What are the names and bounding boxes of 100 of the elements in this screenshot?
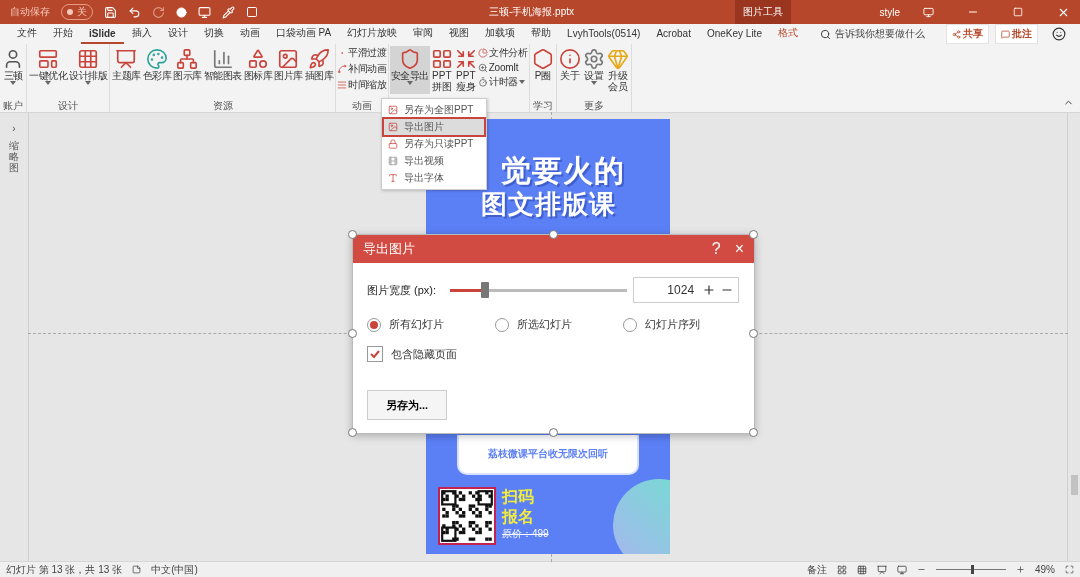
ribbon-button[interactable]: 平滑过渡: [337, 46, 387, 60]
ribbon-tab[interactable]: 开始: [45, 23, 81, 45]
selection-handle[interactable]: [348, 428, 357, 437]
radio-option[interactable]: 幻灯片序列: [623, 317, 733, 332]
ribbon-button[interactable]: 图标库: [242, 46, 273, 94]
ribbon-tab[interactable]: 加载项: [477, 23, 524, 45]
ribbon-tab[interactable]: Acrobat: [648, 24, 699, 44]
comments-button[interactable]: 批注: [995, 24, 1038, 44]
selection-handle[interactable]: [549, 428, 558, 437]
normal-view-icon[interactable]: [837, 564, 847, 575]
hidden-slides-checkbox[interactable]: 包含隐藏页面: [367, 346, 457, 362]
scroll-thumb[interactable]: [1070, 475, 1078, 495]
user-name: style: [879, 6, 900, 18]
selection-handle[interactable]: [749, 230, 758, 239]
ribbon-tab[interactable]: LvyhTools(0514): [559, 24, 649, 44]
notes-button[interactable]: 备注: [807, 562, 827, 577]
checkbox[interactable]: [367, 346, 383, 362]
circle-icon[interactable]: [176, 6, 187, 18]
menu-item[interactable]: 导出字体: [384, 170, 484, 186]
ribbon-button[interactable]: 插图库: [303, 46, 334, 94]
ribbon-tab[interactable]: 文件: [9, 23, 45, 45]
ribbon-button[interactable]: 关于: [557, 46, 582, 94]
menu-item[interactable]: 另存为全图PPT: [384, 102, 484, 118]
restore-icon[interactable]: [1013, 7, 1023, 17]
ribbon-button[interactable]: 三顿: [1, 46, 25, 94]
ribbon-tab[interactable]: 设计: [159, 23, 196, 45]
ribbon-tab[interactable]: 帮助: [523, 23, 560, 45]
ribbon-button[interactable]: 设置: [581, 46, 606, 94]
selection-handle[interactable]: [749, 428, 758, 437]
ribbon-button[interactable]: 图片库: [273, 46, 304, 94]
comment-icon: [1001, 29, 1010, 39]
width-input[interactable]: 1024: [633, 277, 740, 303]
ribbon-button[interactable]: 升级会员: [605, 46, 630, 94]
ribbon-button[interactable]: PPT拼图: [429, 46, 454, 94]
ribbon-button[interactable]: P圈: [530, 46, 555, 94]
language-label: 中文(中国): [151, 562, 198, 577]
menu-item[interactable]: 另存为只读PPT: [384, 136, 484, 152]
radio-option[interactable]: 所选幻灯片: [495, 317, 623, 332]
undo-icon[interactable]: [128, 5, 141, 19]
ribbon-tab[interactable]: 格式: [769, 23, 806, 45]
ribbon-button[interactable]: 智能图表: [202, 46, 243, 94]
ribbon-button[interactable]: PPT瘦身: [453, 46, 478, 94]
document-title: 三顿-手机海报.pptx: [489, 5, 574, 19]
menu-item[interactable]: 导出图片: [384, 119, 484, 135]
monitor-icon[interactable]: [198, 5, 211, 19]
font-icon: [388, 173, 398, 183]
ribbon-button[interactable]: 文件分析: [477, 46, 528, 60]
slider-thumb[interactable]: [481, 282, 490, 298]
shapes-icon: [246, 48, 269, 70]
redo-icon[interactable]: [152, 5, 165, 19]
ribbon-button[interactable]: 补间动画: [337, 62, 387, 76]
square-icon[interactable]: [246, 6, 258, 18]
ribbon-tab[interactable]: 审阅: [405, 23, 442, 45]
film-icon: [388, 156, 398, 166]
selection-handle[interactable]: [348, 329, 357, 338]
ribbon-tab[interactable]: 插入: [123, 23, 160, 45]
help-button[interactable]: ?: [711, 240, 721, 258]
ribbon-button[interactable]: 一键优化: [28, 46, 68, 94]
reading-view-icon[interactable]: [877, 564, 887, 575]
ribbon-button[interactable]: 计时器: [477, 75, 528, 89]
ribbon-tab[interactable]: 视图: [441, 23, 478, 45]
fit-icon[interactable]: [1065, 565, 1074, 574]
selection-handle[interactable]: [749, 329, 758, 338]
dialog-title: 导出图片: [363, 240, 415, 258]
ribbon-tab[interactable]: OneKey Lite: [698, 24, 770, 44]
close-button[interactable]: ×: [734, 240, 744, 258]
ribbon-tab[interactable]: 口袋动画 PA: [267, 23, 340, 45]
search-icon[interactable]: [819, 28, 831, 40]
zoom-icon: [477, 62, 488, 73]
image-icon: [388, 122, 398, 132]
radio-option[interactable]: 所有幻灯片: [367, 317, 495, 332]
selection-handle[interactable]: [348, 230, 357, 239]
menu-item[interactable]: 导出视频: [384, 153, 484, 169]
ribbon-tab[interactable]: 切换: [195, 23, 232, 45]
eyedropper-icon[interactable]: [222, 5, 235, 19]
ribbon-button[interactable]: 安全导出: [389, 46, 430, 94]
save-as-button[interactable]: 另存为...: [367, 390, 447, 420]
ribbon-button[interactable]: 主题库: [111, 46, 142, 94]
ribbon-tab[interactable]: 幻灯片放映: [339, 23, 406, 45]
share-button[interactable]: 共享: [946, 24, 989, 44]
ribbon-display-icon[interactable]: [922, 6, 934, 18]
ribbon-tab[interactable]: 动画: [231, 23, 268, 45]
grid-icon: [77, 48, 99, 70]
ribbon-button[interactable]: 图示库: [172, 46, 203, 94]
card-note: 荔枝微课平台收无限次回听: [488, 447, 608, 461]
sorter-view-icon[interactable]: [857, 564, 867, 575]
save-icon[interactable]: [104, 5, 117, 19]
zoom-in-icon[interactable]: [1016, 565, 1025, 574]
width-label: 图片宽度 (px):: [367, 282, 437, 298]
search-field[interactable]: 告诉我你想要做什么: [834, 27, 925, 41]
ribbon-button[interactable]: 设计排版: [68, 46, 108, 94]
plus-icon[interactable]: [702, 283, 717, 297]
slideshow-icon[interactable]: [897, 564, 907, 575]
ribbon-button[interactable]: 时间缩放: [337, 78, 387, 92]
smiley-icon[interactable]: [1052, 27, 1066, 41]
selection-handle[interactable]: [549, 230, 558, 239]
expand-toggle[interactable]: ›: [12, 123, 16, 134]
ribbon-button[interactable]: ZoomIt: [477, 62, 528, 73]
zoom-thumb[interactable]: [971, 565, 974, 574]
ribbon-button[interactable]: 色彩库: [141, 46, 172, 94]
